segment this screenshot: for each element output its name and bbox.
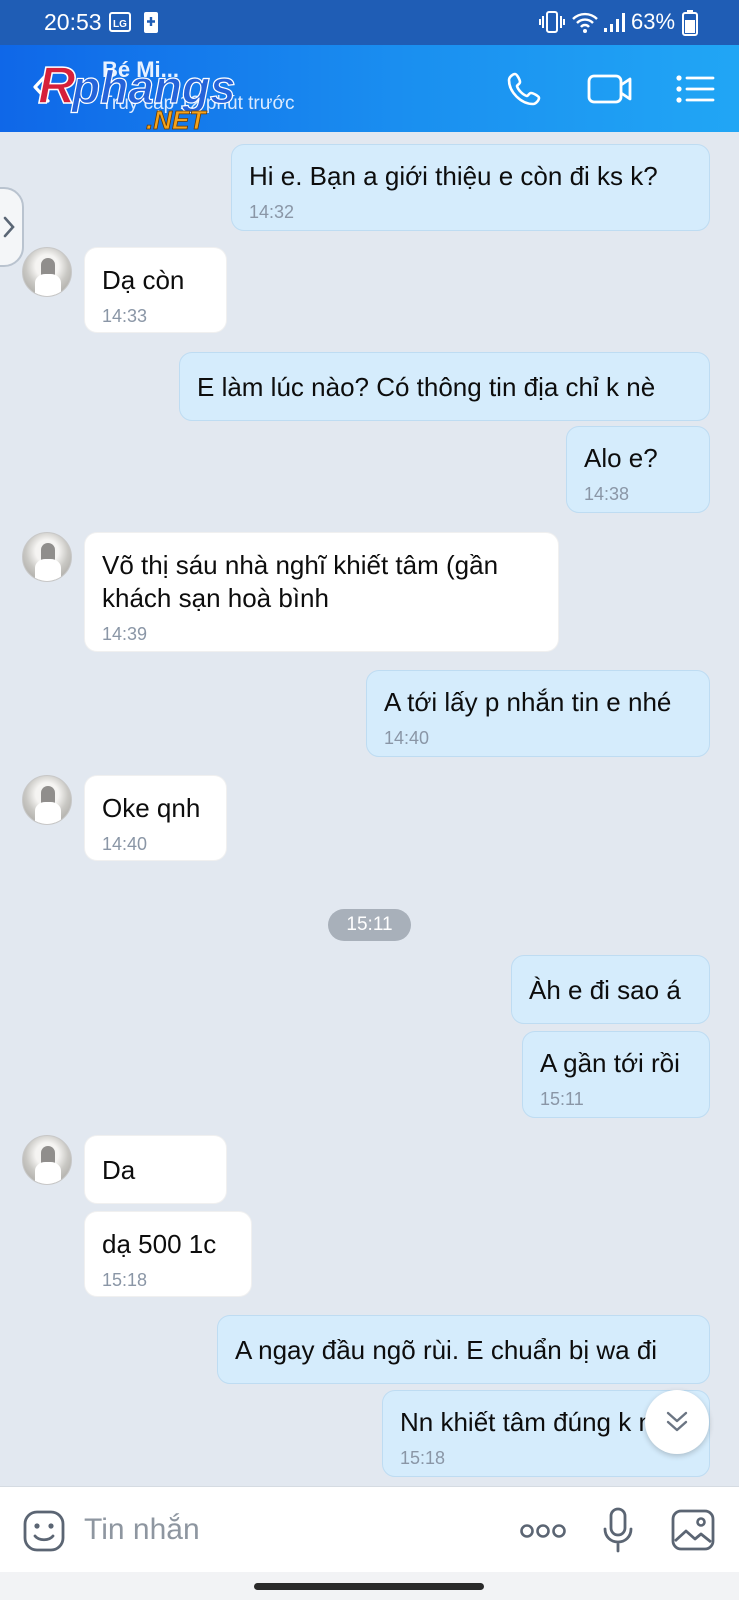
double-chevron-down-icon xyxy=(666,1411,688,1432)
message-bubble-outgoing[interactable]: A ngay đầu ngõ rùi. E chuẩn bị wa đi xyxy=(217,1315,710,1384)
message-text-line2: khách sạn hoà bình xyxy=(102,583,329,613)
avatar[interactable] xyxy=(22,1135,72,1185)
message-text: Hi e. Bạn a giới thiệu e còn đi ks k? xyxy=(249,161,658,191)
message-bubble-incoming[interactable]: Dạ còn 14:33 xyxy=(84,247,227,333)
message-text: Nn khiết tâm đúng k nè xyxy=(400,1407,668,1437)
time-separator: 15:11 xyxy=(328,909,411,941)
message-time: 14:32 xyxy=(249,202,295,222)
message-time: 14:40 xyxy=(384,728,430,748)
video-call-button[interactable] xyxy=(585,67,635,111)
site-watermark-logo: R phangs .NET xyxy=(37,56,236,131)
side-drawer-handle[interactable] xyxy=(0,187,24,267)
message-bubble-outgoing[interactable]: A tới lấy p nhắn tin e nhé 14:40 xyxy=(366,670,710,757)
message-time: 14:38 xyxy=(584,484,630,504)
chat-header: Bé Mi... Truy cập 12 phút trước R phangs… xyxy=(0,45,739,132)
message-time: 14:39 xyxy=(102,624,148,644)
status-bar: 20:53 LG 63% xyxy=(0,0,739,45)
sticker-button[interactable] xyxy=(20,1507,68,1555)
microphone-icon xyxy=(603,1507,633,1553)
message-text: E làm lúc nào? Có thông tin địa chỉ k nè xyxy=(197,372,656,402)
message-text: Àh e đi sao á xyxy=(529,975,681,1005)
signal-icon xyxy=(602,10,628,39)
message-time: 15:18 xyxy=(102,1270,148,1290)
more-options-button[interactable] xyxy=(518,1511,568,1551)
call-button[interactable] xyxy=(499,67,549,111)
message-list[interactable]: Hi e. Bạn a giới thiệu e còn đi ks k? 14… xyxy=(0,132,739,1486)
svg-text:R: R xyxy=(38,57,76,115)
status-time: 20:53 xyxy=(44,9,102,35)
message-bubble-incoming[interactable]: dạ 500 1c 15:18 xyxy=(84,1211,252,1297)
gallery-button[interactable] xyxy=(668,1505,718,1555)
message-bubble-outgoing[interactable]: Hi e. Bạn a giới thiệu e còn đi ks k? 14… xyxy=(231,144,710,231)
message-bubble-incoming[interactable]: Oke qnh 14:40 xyxy=(84,775,227,861)
vibrate-icon xyxy=(538,10,566,39)
message-text: Da xyxy=(102,1155,136,1185)
image-gallery-icon xyxy=(671,1509,715,1551)
svg-text:.NET: .NET xyxy=(146,105,207,131)
more-dots-icon xyxy=(520,1524,566,1538)
svg-text:LG: LG xyxy=(113,19,127,30)
options-menu-button[interactable] xyxy=(670,67,720,111)
message-text: Oke qnh xyxy=(102,793,201,823)
scroll-to-bottom-button[interactable] xyxy=(645,1390,709,1454)
avatar[interactable] xyxy=(22,247,72,297)
message-text: Alo e? xyxy=(584,443,658,473)
message-text: Dạ còn xyxy=(102,265,185,295)
message-composer xyxy=(0,1486,739,1573)
message-text: A gần tới rồi xyxy=(540,1048,680,1078)
message-text: A ngay đầu ngõ rùi. E chuẩn bị wa đi xyxy=(235,1335,658,1365)
phone-icon xyxy=(507,72,541,106)
message-bubble-outgoing[interactable]: Àh e đi sao á xyxy=(511,955,710,1024)
lg-app-icon: LG xyxy=(108,10,132,39)
battery-icon xyxy=(682,10,698,41)
video-camera-icon xyxy=(587,74,632,104)
message-bubble-outgoing[interactable]: E làm lúc nào? Có thông tin địa chỉ k nè xyxy=(179,352,710,421)
avatar[interactable] xyxy=(22,532,72,582)
chevron-right-icon xyxy=(3,216,15,238)
wifi-icon xyxy=(571,10,599,39)
voice-record-button[interactable] xyxy=(598,1505,638,1555)
message-bubble-outgoing[interactable]: Alo e? 14:38 xyxy=(566,426,710,513)
avatar[interactable] xyxy=(22,775,72,825)
message-text: Võ thị sáu nhà nghĩ khiết tâm (gần xyxy=(102,550,499,580)
battery-saver-icon xyxy=(142,10,160,39)
smiley-sticker-icon xyxy=(23,1510,65,1552)
message-bubble-incoming[interactable]: Võ thị sáu nhà nghĩ khiết tâm (gần khách… xyxy=(84,532,559,652)
message-bubble-outgoing[interactable]: A gần tới rồi 15:11 xyxy=(522,1031,710,1118)
message-time: 14:33 xyxy=(102,306,148,326)
message-time: 15:18 xyxy=(400,1448,446,1468)
message-bubble-incoming[interactable]: Da xyxy=(84,1135,227,1204)
home-gesture-pill[interactable] xyxy=(254,1583,484,1590)
list-menu-icon xyxy=(676,75,715,103)
message-text: A tới lấy p nhắn tin e nhé xyxy=(384,687,672,717)
message-input[interactable] xyxy=(82,1505,496,1555)
message-text: dạ 500 1c xyxy=(102,1229,217,1259)
message-time: 14:40 xyxy=(102,834,148,854)
message-time: 15:11 xyxy=(540,1089,584,1109)
system-navigation-bar xyxy=(0,1572,739,1600)
battery-percent: 63% xyxy=(631,9,676,34)
